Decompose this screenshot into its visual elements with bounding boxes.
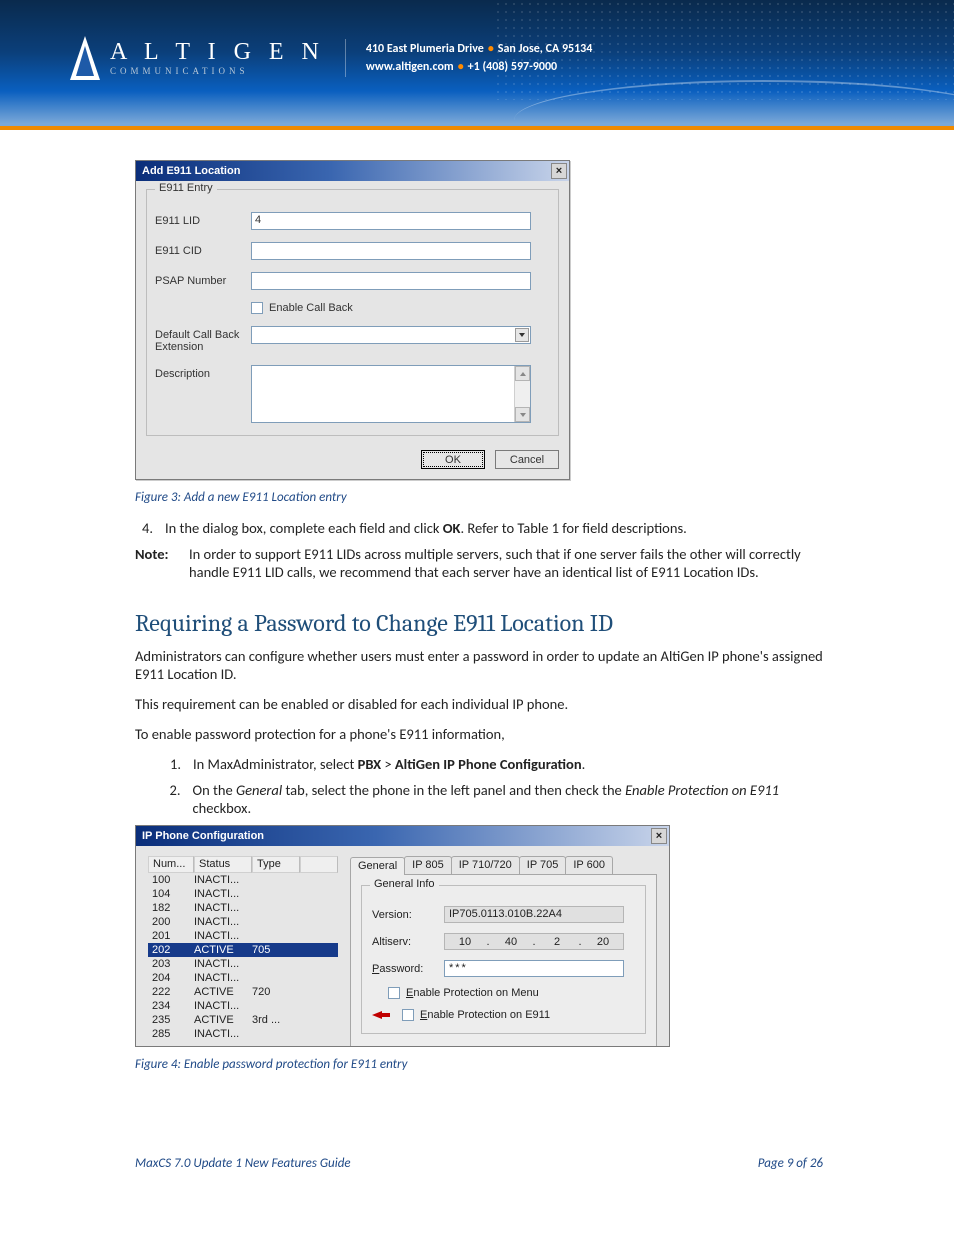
table-row[interactable]: 203INACTI... (148, 957, 338, 971)
table-row[interactable]: 201INACTI... (148, 929, 338, 943)
enable-call-back-label: Enable Call Back (269, 302, 353, 314)
dialog-titlebar[interactable]: Add E911 Location × (136, 161, 569, 181)
tab-ip-705[interactable]: IP 705 (519, 856, 567, 874)
col-type[interactable]: Type (252, 856, 300, 873)
col-num[interactable]: Num... (148, 856, 194, 873)
tab-ip-600[interactable]: IP 600 (565, 856, 613, 874)
header-contact: 410 East Plumeria Drive•San Jose, CA 951… (366, 40, 592, 76)
add-e911-location-dialog: Add E911 Location × E911 Entry E911 LID … (135, 160, 570, 480)
checkbox-label: Enable Protection on Menu (406, 987, 539, 999)
table-row[interactable]: 204INACTI... (148, 971, 338, 985)
step-4: 4. In the dialog box, complete each fiel… (135, 519, 823, 537)
tab-ip-710-720[interactable]: IP 710/720 (451, 856, 520, 874)
dialog-title: Add E911 Location (142, 165, 240, 177)
callout-arrow-icon (372, 1011, 390, 1019)
checkbox-icon (251, 302, 263, 314)
e911-lid-label: E911 LID (155, 212, 251, 227)
footer-right: Page 9 of 26 (758, 1156, 823, 1171)
enable-call-back-checkbox[interactable]: Enable Call Back (251, 302, 550, 314)
version-value: IP705.0113.010B.22A4 (444, 906, 624, 923)
paragraph-1: Administrators can configure whether use… (135, 647, 823, 683)
checkbox-label: Enable Protection on E911 (420, 1009, 550, 1021)
table-row[interactable]: 200INACTI... (148, 915, 338, 929)
section-heading: Requiring a Password to Change E911 Loca… (135, 609, 823, 637)
group-label: E911 Entry (155, 182, 217, 194)
enable-protection-menu-checkbox[interactable]: Enable Protection on Menu (388, 987, 635, 999)
paragraph-2: This requirement can be enabled or disab… (135, 695, 823, 713)
chevron-down-icon (515, 328, 529, 342)
phone-list: Num... Status Type 100INACTI...104INACTI… (148, 856, 338, 1046)
altiserv-label: Altiserv: (372, 936, 444, 948)
col-status[interactable]: Status (194, 856, 252, 873)
table-row[interactable]: 285INACTI... (148, 1027, 338, 1041)
ip-phone-configuration-dialog: IP Phone Configuration × Num... Status T… (135, 825, 670, 1047)
close-icon[interactable]: × (551, 163, 567, 179)
table-row[interactable]: 104INACTI... (148, 887, 338, 901)
brand-text: A L T I G E N COMMUNICATIONS (110, 40, 325, 76)
default-callback-ext-label: Default Call Back Extension (155, 326, 251, 353)
step-1: 1. In MaxAdministrator, select PBX > Alt… (163, 755, 823, 773)
table-row[interactable]: 222ACTIVE720 (148, 985, 338, 999)
scroll-up-icon[interactable] (515, 366, 530, 381)
altigen-logo-icon (70, 36, 100, 80)
e911-entry-group: E911 Entry E911 LID 4 E911 CID PSAP Numb… (146, 189, 559, 436)
figure-3-caption: Figure 3: Add a new E911 Location entry (135, 490, 823, 505)
description-label: Description (155, 365, 251, 380)
altiserv-ip: 10. 40. 2. 20 (444, 933, 624, 950)
e911-cid-label: E911 CID (155, 242, 251, 257)
group-label: General Info (370, 878, 439, 890)
password-label: Password: (372, 963, 444, 975)
paragraph-3: To enable password protection for a phon… (135, 725, 823, 743)
dialog-title: IP Phone Configuration (142, 830, 264, 842)
ok-button[interactable]: OK (421, 450, 485, 469)
tab-general[interactable]: General (350, 857, 405, 875)
scrollbar[interactable] (514, 366, 530, 422)
page-header-banner: A L T I G E N COMMUNICATIONS 410 East Pl… (0, 0, 954, 130)
step-2: 2. On the General tab, select the phone … (163, 781, 823, 817)
version-label: Version: (372, 909, 444, 921)
footer-left: MaxCS 7.0 Update 1 New Features Guide (135, 1156, 351, 1171)
table-row[interactable]: 235ACTIVE3rd ... (148, 1013, 338, 1027)
checkbox-icon (388, 987, 400, 999)
checkbox-icon (402, 1009, 414, 1021)
figure-4-caption: Figure 4: Enable password protection for… (135, 1057, 823, 1072)
psap-number-label: PSAP Number (155, 272, 251, 287)
table-row[interactable]: 182INACTI... (148, 901, 338, 915)
table-row[interactable]: 100INACTI... (148, 873, 338, 887)
col-fill (300, 856, 338, 873)
cancel-button[interactable]: Cancel (495, 450, 559, 469)
dialog-titlebar[interactable]: IP Phone Configuration × (136, 826, 669, 846)
note-block: Note: In order to support E911 LIDs acro… (135, 545, 823, 581)
table-row[interactable]: 202ACTIVE705 (148, 943, 338, 957)
close-icon[interactable]: × (651, 828, 667, 844)
tab-general-pane: General Info Version: IP705.0113.010B.22… (350, 874, 657, 1046)
table-row[interactable]: 234INACTI... (148, 999, 338, 1013)
e911-lid-input[interactable]: 4 (251, 212, 531, 230)
enable-protection-e911-checkbox[interactable]: Enable Protection on E911 (372, 1009, 635, 1021)
password-input[interactable]: *** (444, 960, 624, 977)
tab-ip-805[interactable]: IP 805 (404, 856, 452, 874)
default-callback-ext-select[interactable] (251, 326, 531, 344)
e911-cid-input[interactable] (251, 242, 531, 260)
scroll-down-icon[interactable] (515, 407, 530, 422)
description-textarea[interactable] (251, 365, 531, 423)
psap-number-input[interactable] (251, 272, 531, 290)
general-info-group: General Info Version: IP705.0113.010B.22… (361, 885, 646, 1034)
